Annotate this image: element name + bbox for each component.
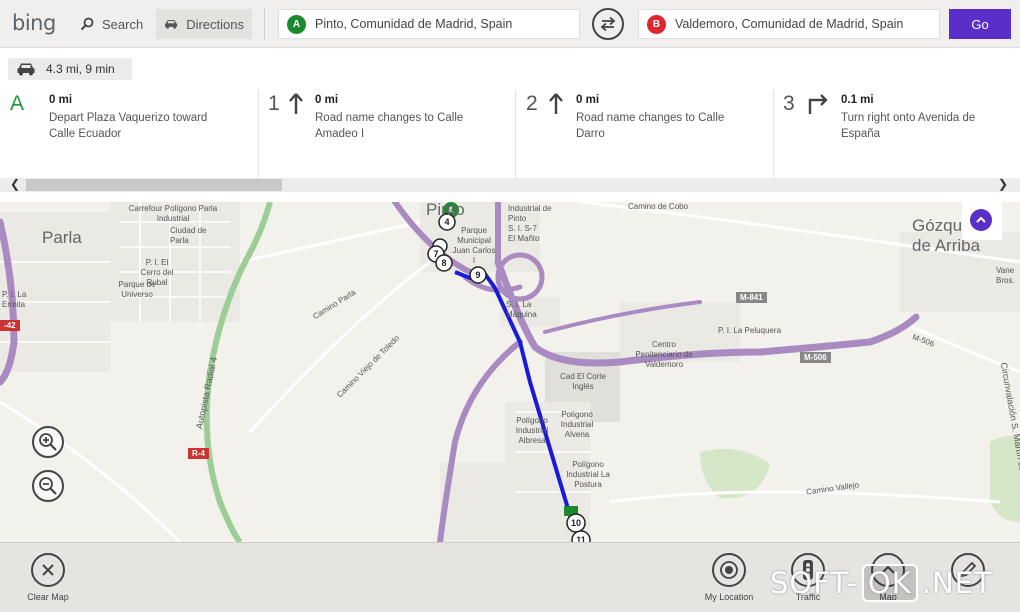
clear-map-button[interactable]: Clear Map bbox=[13, 553, 83, 602]
watermark-box: OK bbox=[861, 564, 918, 602]
watermark-right: .NET bbox=[921, 566, 993, 600]
map-label-postura: Polígono Industrial La Postura bbox=[566, 460, 610, 489]
close-icon bbox=[31, 553, 65, 587]
step-number: A bbox=[10, 92, 25, 115]
step-instruction: Road name changes to Calle Amadeo I bbox=[315, 112, 464, 140]
road-sign-m506: M-506 bbox=[800, 352, 831, 363]
road-sign-m841: M-841 bbox=[736, 292, 767, 303]
directions-panel: 4.3 mi, 9 min A 0 mi Depart Plaza Vaquer… bbox=[0, 48, 1020, 202]
zoom-in-button[interactable] bbox=[32, 426, 64, 458]
swap-locations-button[interactable] bbox=[592, 8, 624, 40]
end-pin-icon: B bbox=[647, 14, 666, 34]
route-step[interactable]: 1 0 mi Road name changes to Calle Amadeo… bbox=[268, 90, 508, 178]
road-sign-42: -42 bbox=[0, 320, 20, 331]
map-view[interactable]: A 4 7 8 9 10 11 Parla Gózquez de Arriba … bbox=[0, 202, 1020, 542]
car-icon bbox=[165, 20, 178, 29]
map-label-vane: Vane Bros. bbox=[996, 266, 1015, 285]
end-location-value: Valdemoro, Comunidad de Madrid, Spain bbox=[675, 17, 904, 31]
directions-button[interactable]: Directions bbox=[156, 9, 252, 39]
map-label-s57: S. I. S-7 El Mañto bbox=[508, 224, 540, 243]
map-label-maquina: S. I. La Máquina bbox=[506, 300, 537, 319]
end-location-input[interactable]: B Valdemoro, Comunidad de Madrid, Spain bbox=[638, 9, 940, 39]
zoom-in-icon bbox=[39, 433, 57, 451]
start-pin-icon: A bbox=[287, 14, 306, 34]
map-label-camino-cobo: Camino de Cobo bbox=[628, 202, 689, 211]
step-divider bbox=[773, 90, 774, 184]
swap-icon bbox=[600, 16, 616, 32]
step-number: 1 bbox=[268, 92, 280, 115]
start-location-input[interactable]: A Pinto, Comunidad de Madrid, Spain bbox=[278, 9, 580, 39]
my-location-button[interactable]: My Location bbox=[694, 553, 764, 602]
start-location-value: Pinto, Comunidad de Madrid, Spain bbox=[315, 17, 513, 31]
map-label-alvena: Polígono Industrial Alvena bbox=[560, 410, 594, 439]
map-label-cad: Cad El Corte Inglés bbox=[560, 372, 606, 391]
waypoint-marker: 11 bbox=[576, 535, 586, 542]
map-canvas: A 4 7 8 9 10 11 bbox=[0, 202, 1020, 542]
map-label-peluquera: P. I. La Peluquera bbox=[718, 326, 782, 335]
top-bar: bing Search Directions A Pinto, Comunida… bbox=[0, 0, 1020, 48]
route-step[interactable]: 3 0.1 mi Turn right onto Avenida de Espa… bbox=[783, 90, 1013, 178]
waypoint-marker: 8 bbox=[441, 258, 446, 268]
zoom-out-button[interactable] bbox=[32, 470, 64, 502]
waypoint-marker: 9 bbox=[475, 270, 480, 280]
scrollbar-thumb[interactable] bbox=[26, 179, 282, 191]
map-label-albresa: Polígono Industrial Albresa bbox=[515, 416, 549, 445]
step-number: 3 bbox=[783, 92, 795, 115]
route-summary-text: 4.3 mi, 9 min bbox=[46, 62, 115, 76]
step-divider bbox=[258, 90, 259, 184]
step-distance: 0 mi bbox=[315, 94, 339, 106]
scroll-right-icon[interactable]: ❯ bbox=[998, 177, 1008, 191]
step-instruction: Road name changes to Calle Darro bbox=[576, 112, 725, 140]
step-distance: 0.1 mi bbox=[841, 94, 874, 106]
chevron-up-icon bbox=[970, 209, 992, 231]
map-label-industrial-pinto: Industrial de Pinto bbox=[508, 204, 552, 223]
steps-scrollbar[interactable]: ❮ ❯ bbox=[0, 177, 1020, 192]
step-distance: 0 mi bbox=[49, 94, 73, 106]
route-summary[interactable]: 4.3 mi, 9 min bbox=[8, 58, 132, 80]
scroll-left-icon[interactable]: ❮ bbox=[10, 177, 20, 191]
arrow-up-icon bbox=[289, 93, 303, 114]
location-target-icon bbox=[712, 553, 746, 587]
bing-maps-app: bing Search Directions A Pinto, Comunida… bbox=[0, 0, 1020, 612]
route-step[interactable]: A 0 mi Depart Plaza Vaquerizo toward Cal… bbox=[10, 90, 250, 178]
step-number: 2 bbox=[526, 92, 538, 115]
search-button[interactable]: Search bbox=[72, 9, 152, 39]
map-label-parque-municipal: Parque Municipal Juan Carlos I bbox=[452, 226, 496, 265]
car-icon bbox=[17, 63, 35, 76]
map-label-ciudad-parla: Ciudad de Parla bbox=[170, 226, 207, 245]
waypoint-marker: 10 bbox=[571, 518, 581, 528]
step-instruction: Depart Plaza Vaquerizo toward Calle Ecua… bbox=[49, 112, 208, 140]
route-step[interactable]: 2 0 mi Road name changes to Calle Darro bbox=[526, 90, 766, 178]
map-label-carrefour: Carrefour Polígono Parla Industrial bbox=[128, 204, 218, 223]
directions-label: Directions bbox=[186, 16, 244, 32]
search-label: Search bbox=[102, 16, 144, 32]
map-label-parla: Parla bbox=[42, 228, 82, 247]
go-button[interactable]: Go bbox=[949, 9, 1011, 39]
step-distance: 0 mi bbox=[576, 94, 600, 106]
arrow-up-icon bbox=[549, 93, 563, 114]
my-location-label: My Location bbox=[704, 592, 754, 602]
watermark: SOFT- OK .NET bbox=[770, 564, 993, 602]
map-label-parque-universo: Parque de Universo bbox=[118, 280, 156, 299]
map-label-ermita: P. I. La Ermita bbox=[2, 290, 27, 309]
divider bbox=[264, 8, 265, 40]
step-divider bbox=[515, 90, 516, 184]
bing-logo: bing bbox=[12, 11, 56, 35]
road-sign-r4: R-4 bbox=[188, 448, 209, 459]
step-instruction: Turn right onto Avenida de España bbox=[841, 112, 976, 140]
zoom-out-icon bbox=[39, 477, 57, 495]
map-label-pinto: Pinto bbox=[426, 202, 465, 219]
search-icon bbox=[80, 17, 94, 31]
turn-right-icon bbox=[808, 94, 828, 114]
collapse-panel-button[interactable] bbox=[962, 202, 1002, 240]
watermark-left: SOFT- bbox=[770, 566, 858, 600]
map-label-centro-penitenciario: Centro Penitenciario de Valdemoro bbox=[635, 340, 693, 369]
clear-map-label: Clear Map bbox=[27, 592, 69, 602]
